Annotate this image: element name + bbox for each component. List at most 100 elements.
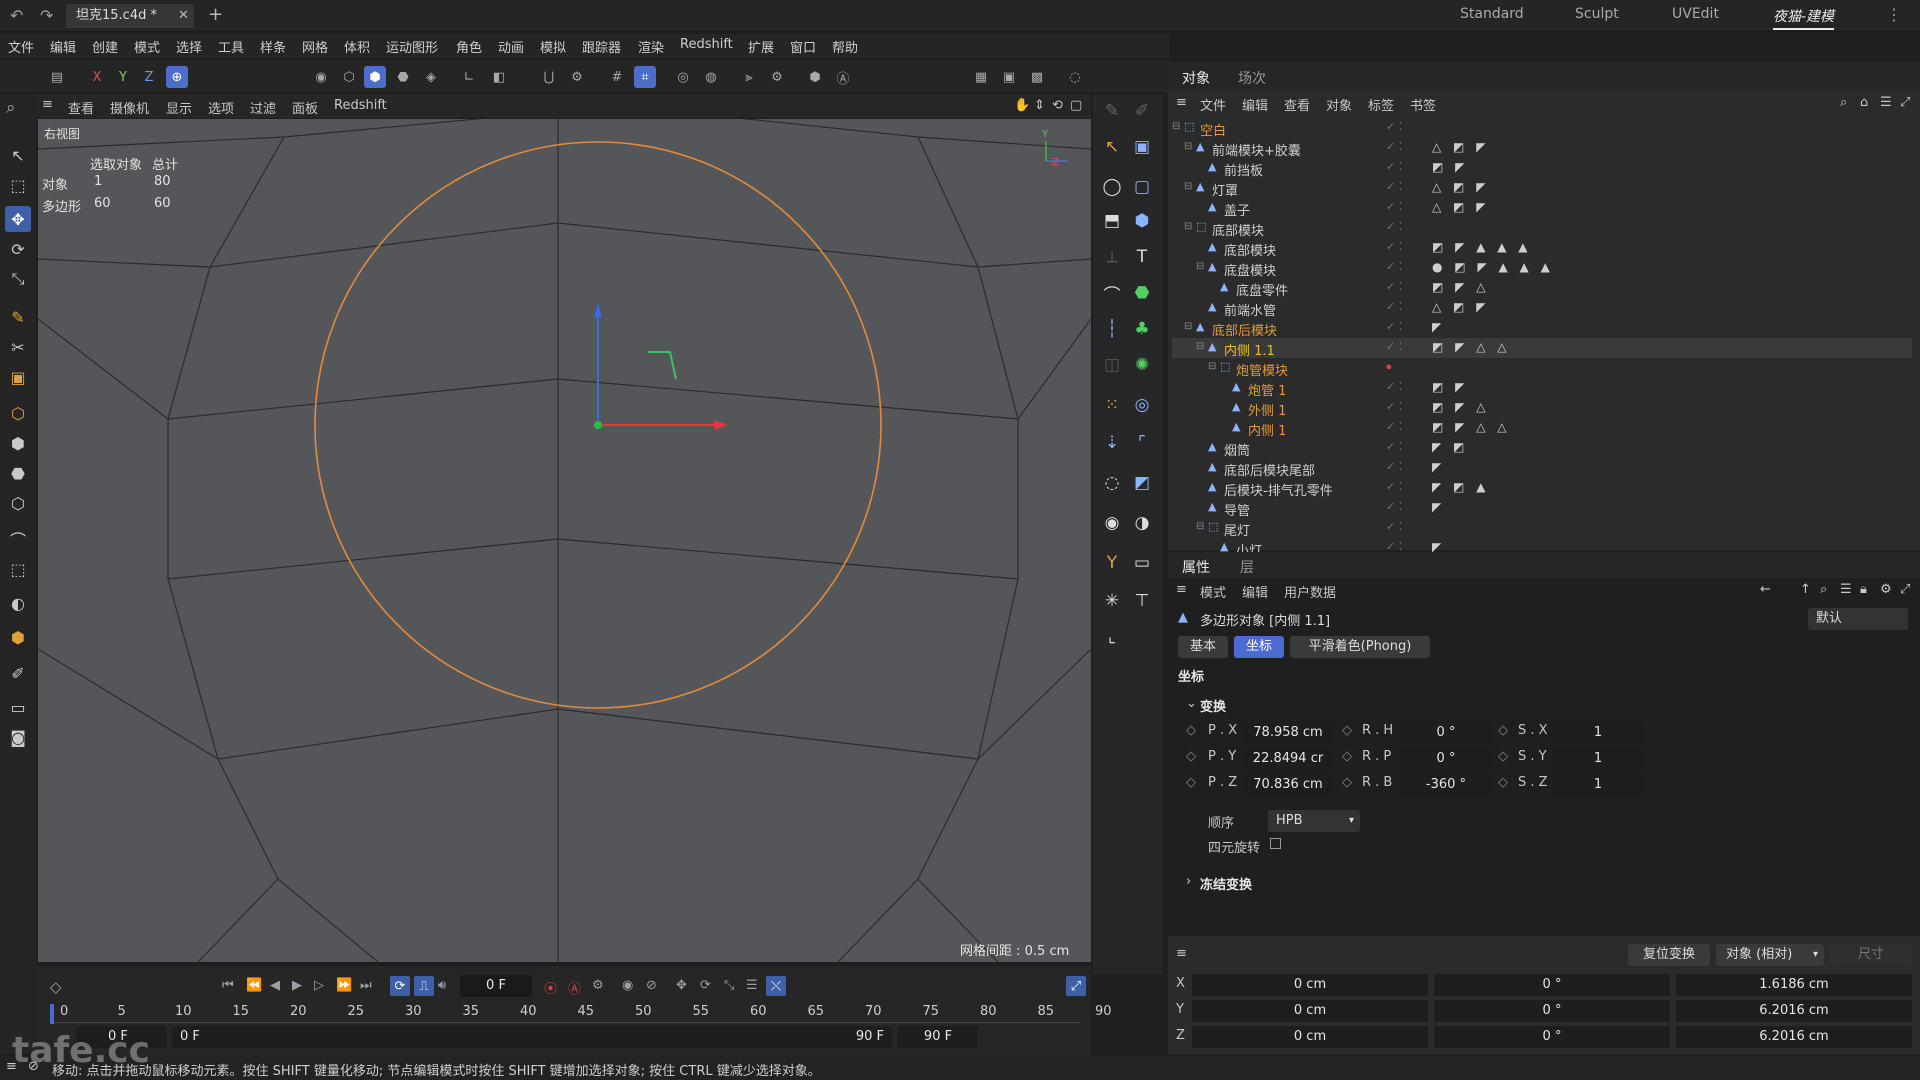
menu-render[interactable]: 渲染	[638, 37, 664, 56]
tab-objects[interactable]: 对象	[1182, 68, 1210, 88]
visibility-dots-icon[interactable]: ✓ ⁚	[1386, 340, 1402, 353]
floor-icon[interactable]: ▭	[5, 694, 31, 720]
key-settings-icon[interactable]: ⚙	[592, 978, 604, 993]
order-dropdown[interactable]: HPB ▾	[1268, 810, 1360, 832]
prev-key-icon[interactable]: ⏪	[246, 978, 262, 993]
zoom-icon[interactable]: ⇕	[1034, 98, 1045, 113]
object-tags[interactable]: ◤ ◩ ▲	[1432, 480, 1489, 494]
om-menu-tags[interactable]: 标签	[1368, 95, 1394, 114]
coord-pos-x[interactable]: 0 cm	[1192, 974, 1428, 996]
magnet-icon[interactable]: ◐	[5, 590, 31, 616]
object-row[interactable]: ▲ 内侧 1 ✓ ⁚ ◩ ◤ △ △	[1172, 418, 1912, 439]
pla-key-icon[interactable]: ⤬	[766, 976, 786, 996]
search-icon[interactable]: ⌕	[6, 98, 16, 118]
vp-menu-redshift[interactable]: Redshift	[334, 98, 387, 113]
tab-takes[interactable]: 场次	[1238, 68, 1266, 88]
render-view-icon[interactable]: ▦	[970, 66, 992, 88]
object-tags[interactable]: ◤	[1432, 500, 1445, 514]
axis-mode-icon[interactable]: ∟	[458, 66, 480, 88]
spline-pen-icon[interactable]: ✎	[1099, 98, 1125, 124]
preset-dropdown[interactable]: 默认	[1808, 608, 1908, 630]
object-row[interactable]: ⊟ ▲ 底部后模块 ✓ ⁚ ◤	[1172, 318, 1912, 339]
box-icon[interactable]: ⬡	[5, 400, 31, 426]
sphere-object-icon[interactable]: ◑	[1129, 510, 1155, 536]
grid-snap-icon[interactable]: #	[606, 66, 628, 88]
record-icon[interactable]: ⦿	[544, 978, 557, 997]
boole-icon[interactable]: ◫	[1099, 352, 1125, 378]
maximize-view-icon[interactable]: ▢	[1070, 98, 1082, 113]
menu-redshift[interactable]: Redshift	[680, 37, 733, 52]
play-icon[interactable]: ▶	[292, 978, 302, 993]
workplane-icon[interactable]: ⌗	[634, 66, 656, 88]
transform-chevron-icon[interactable]: ⌄	[1186, 696, 1197, 711]
field-rh[interactable]: 0 °	[1400, 722, 1492, 744]
am-menu-mode[interactable]: 模式	[1200, 582, 1226, 601]
object-row[interactable]: ▲ 前挡板 ✓ ⁚ ◩ ◤	[1172, 158, 1912, 179]
object-tags[interactable]: ◩ ◤ △	[1432, 400, 1489, 414]
object-row[interactable]: ⊟ ▲ 内侧 1.1 ✓ ⁚ ◩ ◤ △ △	[1172, 338, 1912, 359]
menu-volume[interactable]: 体积	[344, 37, 370, 56]
menu-simulate[interactable]: 模拟	[540, 37, 566, 56]
sketch-icon[interactable]: ✐	[1129, 98, 1155, 124]
expand-toggle-icon[interactable]: ⊟	[1184, 181, 1192, 192]
cube-object-icon[interactable]: ⬢	[1129, 208, 1155, 234]
axis-y-toggle[interactable]: Y	[112, 66, 134, 88]
am-filter-icon[interactable]: ☰	[1840, 582, 1852, 597]
object-row[interactable]: ⊟ ⬚ 空白 ✓ ⁚	[1172, 118, 1912, 139]
object-tags[interactable]: ◩ ◤ △	[1432, 280, 1489, 294]
field-py[interactable]: 22.8494 cr	[1242, 748, 1334, 770]
subtab-coordinates[interactable]: 坐标	[1234, 636, 1284, 658]
object-row[interactable]: ▲ 导管 ✓ ⁚ ◤	[1172, 498, 1912, 519]
particles-icon[interactable]: ✳	[1099, 588, 1125, 614]
size-mode-dropdown[interactable]: 尺寸	[1830, 944, 1912, 966]
object-tags[interactable]: ◩ ◤ △ △	[1432, 340, 1510, 354]
visibility-dots-icon[interactable]: ✓ ⁚	[1386, 500, 1402, 513]
back-arrow-icon[interactable]: ←	[1760, 582, 1771, 597]
field-pz[interactable]: 70.836 cm	[1242, 774, 1334, 796]
mograph-icon[interactable]: ♣	[1129, 316, 1155, 342]
coord-rot-p[interactable]: 0 °	[1434, 1000, 1670, 1022]
visibility-dots-icon[interactable]: ✓ ⁚	[1386, 460, 1402, 473]
om-menu-object[interactable]: 对象	[1326, 95, 1352, 114]
om-filter-icon[interactable]: ☰	[1880, 95, 1892, 110]
visibility-dots-icon[interactable]: ✓ ⁚	[1386, 200, 1402, 213]
polygons-mode-icon[interactable]: ⬢	[364, 66, 386, 88]
menu-spline[interactable]: 样条	[260, 37, 286, 56]
object-row[interactable]: ⊟ ▲ 前端模块+胶囊 ✓ ⁚ △ ◩ ◤	[1172, 138, 1912, 159]
cm-menu-icon[interactable]: ≡	[1176, 946, 1187, 961]
symmetry-icon[interactable]: ⫸	[738, 66, 760, 88]
workspace-standard[interactable]: Standard	[1460, 6, 1524, 22]
world-coord-icon[interactable]: ⊕	[166, 66, 188, 88]
prev-frame-icon[interactable]: ◀	[270, 978, 280, 993]
visibility-dots-icon[interactable]: ✓ ⁚	[1386, 160, 1402, 173]
symmetry-settings-icon[interactable]: ⚙	[766, 66, 788, 88]
light-icon[interactable]: ▭	[1129, 550, 1155, 576]
expand-toggle-icon[interactable]: ⊟	[1184, 221, 1192, 232]
transform-group-title[interactable]: 变换	[1200, 696, 1226, 715]
object-tags[interactable]: △ ◩ ◤	[1432, 180, 1489, 194]
texture-mode-icon[interactable]: ◧	[488, 66, 510, 88]
position-key-icon[interactable]: ✥	[676, 978, 687, 993]
field-rp[interactable]: 0 °	[1400, 748, 1492, 770]
auto-icon[interactable]: Ⓐ	[832, 66, 854, 88]
object-tags[interactable]: ◩ ◤	[1432, 160, 1468, 174]
object-row[interactable]: ▲ 底部模块 ✓ ⁚ ◩ ◤ ▲ ▲ ▲	[1172, 238, 1912, 259]
object-tags[interactable]: △ ◩ ◤	[1432, 300, 1489, 314]
visibility-dots-icon[interactable]: ✓ ⁚	[1386, 280, 1402, 293]
quaternion-checkbox[interactable]	[1270, 838, 1281, 849]
snap-icon[interactable]: ⋃	[538, 66, 560, 88]
object-row[interactable]: ▲ 外侧 1 ✓ ⁚ ◩ ◤ △	[1172, 398, 1912, 419]
live-selection-icon[interactable]: ↖	[5, 142, 31, 168]
array-icon[interactable]: ⁙	[1099, 392, 1125, 418]
freeze-group-title[interactable]: 冻结变换	[1200, 874, 1252, 893]
coord-size-x[interactable]: 1.6186 cm	[1676, 974, 1912, 996]
om-menu-icon[interactable]: ≡	[1176, 95, 1187, 110]
tab-attributes[interactable]: 属性	[1182, 557, 1210, 577]
rotation-key-icon[interactable]: ⟳	[700, 978, 711, 993]
selection-tool-icon[interactable]: ⬚	[5, 172, 31, 198]
vp-menu-display[interactable]: 显示	[166, 98, 192, 117]
vp-menu-options[interactable]: 选项	[208, 98, 234, 117]
sound-icon[interactable]: 🔊︎	[438, 978, 446, 993]
select-icon[interactable]: ↖	[1099, 134, 1125, 160]
subdivide-icon[interactable]: ⬚	[5, 556, 31, 582]
